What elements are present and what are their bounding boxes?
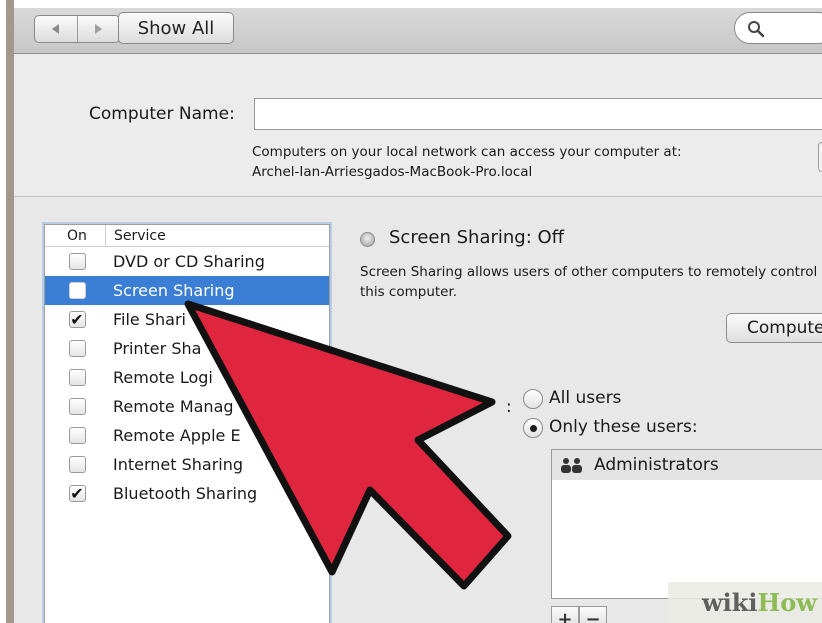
address-info-line: Computers on your local network can acce…: [252, 144, 682, 160]
window-edge: [0, 0, 14, 623]
service-checkbox[interactable]: [68, 427, 86, 444]
group-icon: [560, 457, 584, 473]
forward-arrow-icon: [95, 24, 103, 34]
wikihow-watermark: wiki How: [668, 582, 822, 623]
list-item[interactable]: Administrators: [552, 450, 822, 480]
checkmark-icon: ✔: [70, 483, 84, 503]
service-checkbox-cell: [45, 398, 105, 415]
service-checkbox[interactable]: ✔: [68, 483, 86, 503]
header-service: Service: [105, 224, 166, 247]
edit-name-button[interactable]: [818, 142, 822, 172]
service-checkbox-cell: ✔: [45, 311, 105, 328]
toolbar: Show All: [14, 8, 822, 54]
users-list: Administrators: [551, 449, 822, 599]
pointer-arrow-overlay: [184, 300, 512, 590]
user-group-label: Administrators: [594, 455, 719, 475]
service-name: DVD or CD Sharing: [113, 252, 265, 271]
all-users-radio[interactable]: [523, 389, 543, 409]
service-checkbox-cell: [45, 456, 105, 473]
service-row[interactable]: DVD or CD Sharing: [45, 247, 329, 276]
forward-button[interactable]: [76, 16, 120, 42]
remove-user-button[interactable]: −: [579, 606, 607, 623]
computer-name-section: Computer Name: Computers on your local n…: [14, 54, 822, 197]
service-checkbox[interactable]: [68, 253, 86, 270]
service-checkbox[interactable]: [68, 340, 86, 357]
service-checkbox-cell: ✔: [45, 485, 105, 502]
watermark-wiki: wiki: [702, 588, 758, 617]
checkmark-icon: ✔: [70, 309, 84, 329]
address-hostname: Archel-Ian-Arriesgados-MacBook-Pro.local: [252, 164, 533, 180]
service-checkbox[interactable]: [68, 282, 86, 299]
service-checkbox-cell: [45, 282, 105, 299]
computer-name-label: Computer Name:: [89, 104, 235, 124]
all-users-label[interactable]: All users: [549, 388, 621, 408]
service-checkbox[interactable]: [68, 398, 86, 415]
service-name: File Shari: [113, 310, 186, 329]
user-list-controls: + −: [551, 606, 607, 623]
computer-settings-button[interactable]: Compute: [726, 313, 822, 343]
service-checkbox-cell: [45, 369, 105, 386]
back-arrow-icon: [51, 24, 59, 34]
status-indicator-icon: [360, 232, 375, 247]
back-button[interactable]: [35, 16, 77, 42]
service-checkbox[interactable]: [68, 456, 86, 473]
watermark-how: How: [757, 588, 817, 617]
service-checkbox-cell: [45, 427, 105, 444]
only-these-users-radio[interactable]: [523, 418, 543, 438]
service-list-header: On Service: [45, 224, 329, 247]
add-user-button[interactable]: +: [551, 606, 579, 623]
service-checkbox-cell: [45, 340, 105, 357]
only-these-users-label[interactable]: Only these users:: [549, 417, 698, 437]
service-checkbox[interactable]: ✔: [68, 309, 86, 329]
header-on: On: [67, 227, 87, 244]
computer-address-info: Computers on your local network can acce…: [252, 142, 682, 182]
service-checkbox-cell: [45, 253, 105, 270]
desktop-strip: [6, 0, 14, 623]
back-forward-control[interactable]: [34, 15, 120, 43]
computer-name-field[interactable]: [254, 98, 822, 130]
service-checkbox[interactable]: [68, 369, 86, 386]
service-status: Screen Sharing: Off: [389, 227, 565, 248]
search-icon: [748, 21, 765, 38]
search-input[interactable]: [734, 12, 822, 44]
show-all-button[interactable]: Show All: [118, 12, 234, 44]
